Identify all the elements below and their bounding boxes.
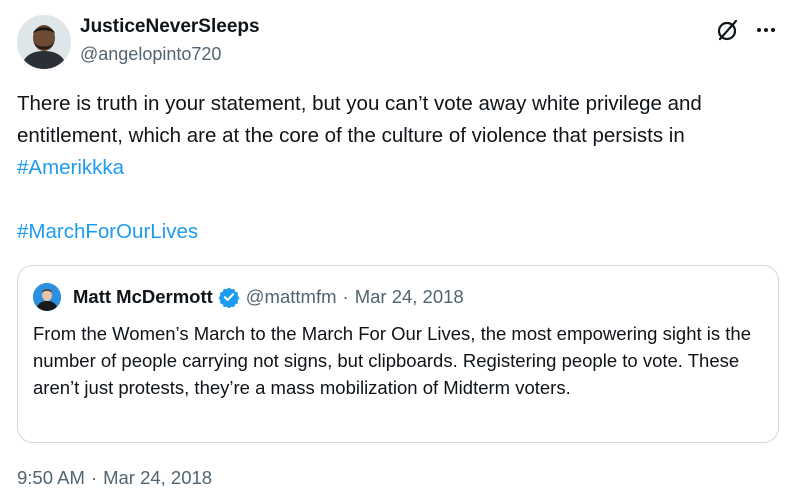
tweet-card: JusticeNeverSleeps @angelopinto720 There… (0, 0, 800, 502)
timestamp-separator: · (90, 467, 98, 488)
quoted-author-handle: @mattmfm (245, 286, 337, 307)
timestamp-date: Mar 24, 2018 (103, 467, 213, 488)
author-handle[interactable]: @angelopinto720 (80, 42, 221, 66)
tweet-timestamp[interactable]: 9:50 AM · Mar 24, 2018 (17, 466, 212, 490)
more-options-icon[interactable] (753, 17, 779, 43)
quoted-tweet-text: From the Women’s March to the March For … (33, 323, 752, 398)
quoted-tweet[interactable]: Matt McDermott @mattmfm · Mar 24, 2018 F… (17, 265, 779, 443)
hashtag-link[interactable]: #MarchForOurLives (17, 220, 198, 243)
grok-icon[interactable] (715, 17, 741, 43)
timestamp-time: 9:50 AM (17, 467, 85, 488)
tweet-text-main: There is truth in your statement, but yo… (17, 92, 702, 147)
author-display-name[interactable]: JusticeNeverSleeps (80, 15, 260, 39)
quoted-author-name: Matt McDermott (73, 286, 213, 307)
header-separator: · (342, 286, 349, 307)
tweet-text: There is truth in your statement, but yo… (17, 88, 787, 248)
author-avatar[interactable] (17, 15, 71, 69)
hashtag-link[interactable]: #Amerikkka (17, 156, 124, 179)
verified-badge-icon (218, 286, 240, 309)
tweet-paragraph: There is truth in your statement, but yo… (17, 88, 787, 184)
quoted-tweet-date: Mar 24, 2018 (354, 286, 464, 307)
quoted-tweet-header: Matt McDermott @mattmfm · Mar 24, 2018 (73, 285, 464, 309)
tweet-paragraph: #MarchForOurLives (17, 216, 787, 248)
quoted-author-avatar (33, 283, 61, 311)
